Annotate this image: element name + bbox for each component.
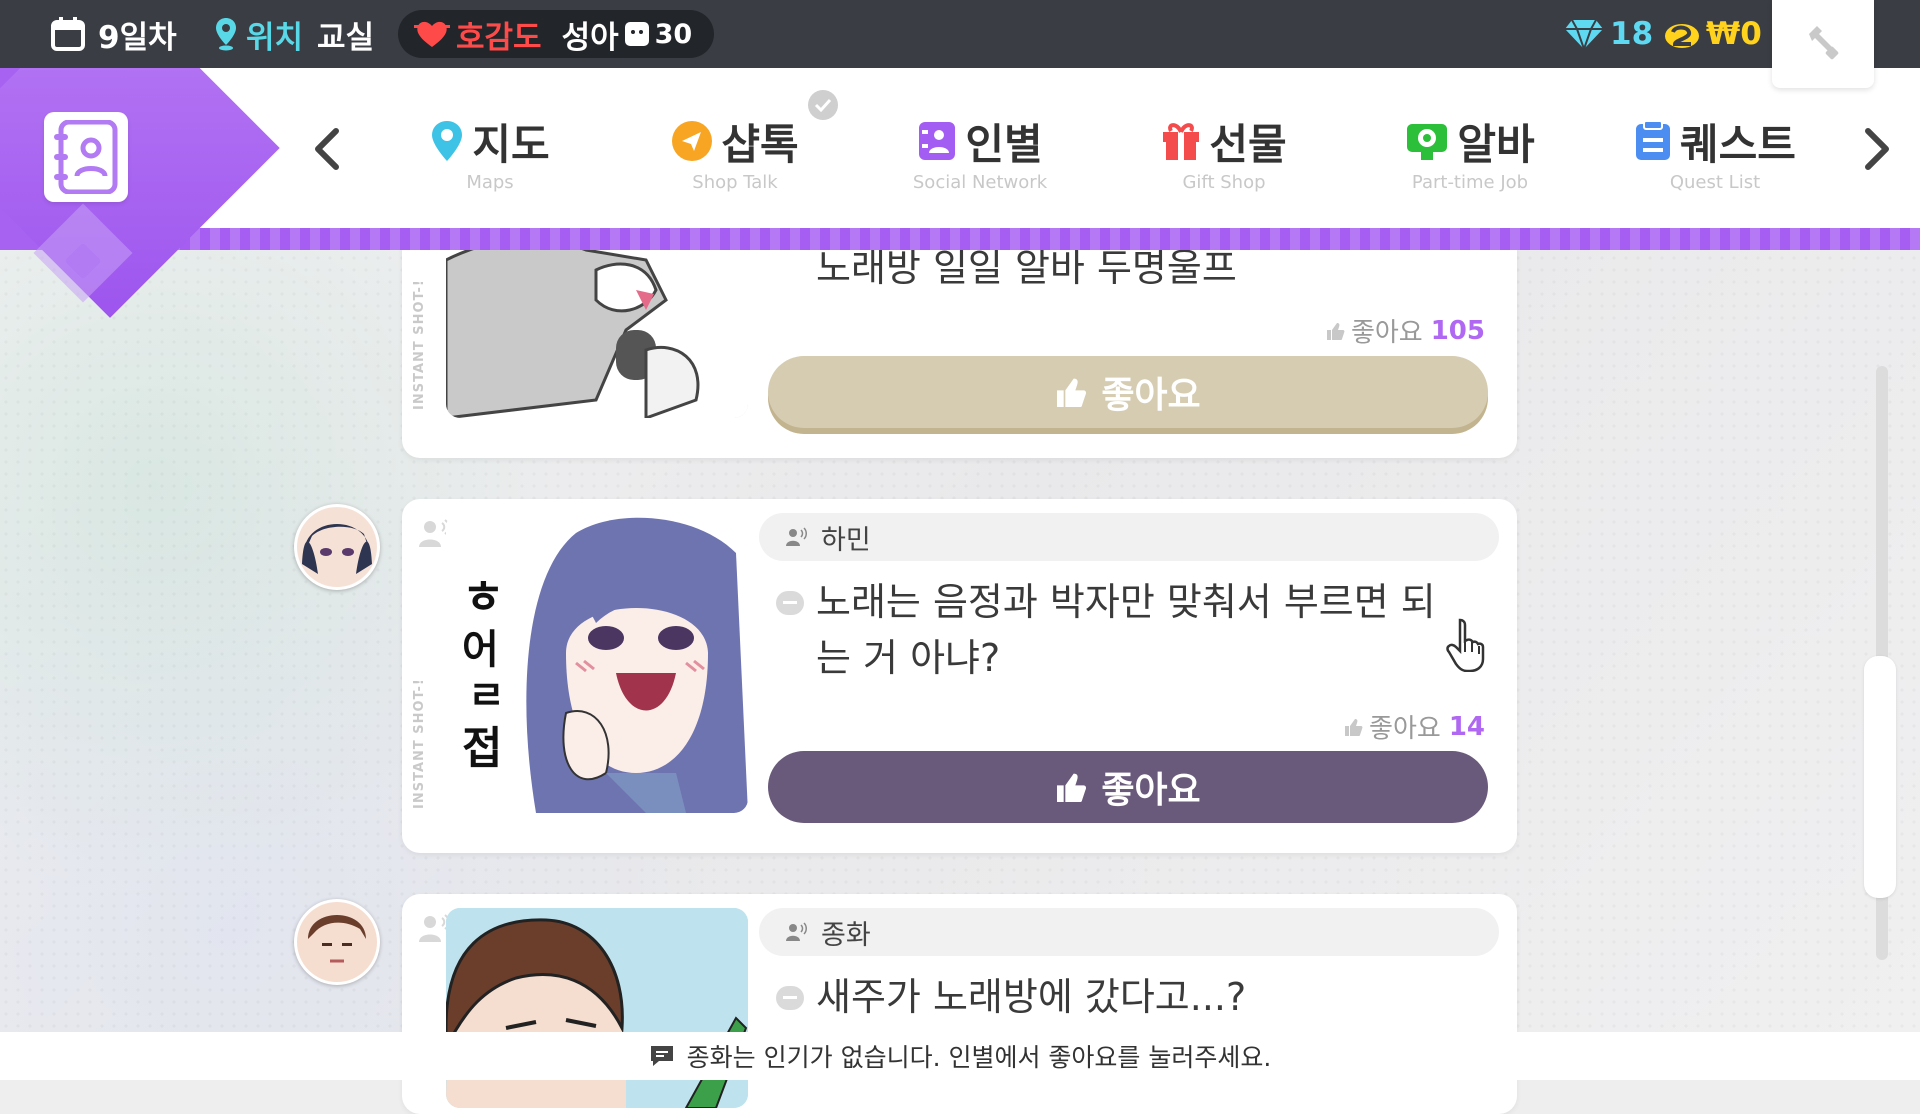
nav-sublabel: Shop Talk <box>692 172 778 193</box>
like-button[interactable]: 좋아요 <box>768 751 1488 823</box>
post-card: INSTANT SHOT-! ㅎ 어 ㄹ 접 하민 노래는 음정과 박자만 맞춰… <box>402 499 1517 853</box>
like-button[interactable]: 좋아요 <box>768 356 1488 428</box>
avatar-hamin-image <box>297 507 377 587</box>
nav-label: 인별 <box>965 119 1043 169</box>
gem-counter: 18 <box>1564 0 1653 68</box>
status-bar: 9일차 위치 교실 호감도 성아 30 18 ₩0 <box>0 0 1920 88</box>
avatar[interactable] <box>294 899 380 985</box>
nav-item-maps[interactable]: 지도 Maps <box>380 112 600 202</box>
nav-sublabel: Social Network <box>912 172 1048 193</box>
like-word: 좋아요 <box>1369 714 1441 744</box>
speaker-user-icon <box>786 527 807 546</box>
post-author: 하민 <box>759 513 1499 561</box>
like-number: 105 <box>1430 315 1485 346</box>
chat-icon <box>672 121 713 161</box>
nav-sublabel: Gift Shop <box>1182 172 1266 193</box>
diamond-icon <box>1565 19 1603 50</box>
instant-shot-label: INSTANT SHOT-! <box>412 678 427 810</box>
checkmark-icon <box>808 90 838 120</box>
nav-label: 알바 <box>1457 119 1535 169</box>
gift-icon <box>1163 123 1200 160</box>
thumbs-up-icon <box>1326 322 1345 340</box>
thumbs-up-icon <box>1057 378 1087 407</box>
nav-label: 샵톡 <box>721 119 799 169</box>
post-photo[interactable]: ㅎ 어 ㄹ 접 <box>446 513 748 813</box>
nav-item-quest-list[interactable]: 퀘스트 Quest List <box>1605 112 1825 202</box>
avatar[interactable] <box>294 504 380 590</box>
day-counter: 9일차 <box>50 0 177 68</box>
toast-text: 종화는 인기가 없습니다. 인별에서 좋아요를 눌러주세요. <box>686 1043 1272 1072</box>
nav-item-gift-shop[interactable]: 선물 Gift Shop <box>1114 112 1334 202</box>
affinity-value: 30 <box>654 18 693 50</box>
day-text: 9일차 <box>98 19 177 56</box>
like-word: 좋아요 <box>1350 318 1423 348</box>
post-text: 노래는 음정과 박자만 맞춰서 부르면 되는 거 아냐? <box>816 580 1436 680</box>
money-counter: ₩0 <box>1664 0 1762 68</box>
nav-label: 지도 <box>472 119 550 169</box>
message-bubble-icon <box>776 591 804 615</box>
message-icon <box>650 1046 673 1066</box>
heart-icon <box>414 21 450 47</box>
contacts-icon <box>919 122 956 160</box>
nav-prev-button[interactable] <box>306 124 346 174</box>
author-name: 하민 <box>821 524 871 556</box>
quest-icon <box>1636 120 1671 160</box>
scrollbar-thumb[interactable] <box>1864 656 1896 898</box>
location-value: 교실 <box>317 19 375 56</box>
nav-label: 선물 <box>1209 119 1287 169</box>
like-number: 14 <box>1448 711 1485 742</box>
thumbs-up-icon <box>1345 718 1363 736</box>
nav-next-button[interactable] <box>1858 124 1898 174</box>
wrench-icon <box>1809 26 1839 60</box>
coin-icon <box>1665 24 1699 48</box>
job-icon <box>1407 124 1448 160</box>
gem-value: 18 <box>1610 16 1654 52</box>
nav-sublabel: Part-time Job <box>1411 172 1529 193</box>
nav-item-part-time-job[interactable]: 알바 Part-time Job <box>1360 112 1580 202</box>
chevron-left-icon <box>315 128 339 170</box>
contacts-book-icon <box>54 120 118 194</box>
calendar-icon <box>51 17 85 51</box>
affinity-name: 성아 <box>561 19 619 56</box>
girl-laughing-image: ㅎ 어 ㄹ 접 <box>446 513 748 813</box>
avatar-jonghwa-image <box>297 902 377 982</box>
svg-text:ㄹ: ㄹ <box>468 673 505 719</box>
like-button-label: 좋아요 <box>1101 375 1201 416</box>
location-pin-icon <box>216 18 236 51</box>
location-label: 위치 <box>246 19 304 56</box>
nav-sublabel: Quest List <box>1669 172 1761 193</box>
like-count: 좋아요 105 <box>1325 312 1485 349</box>
nav-label: 퀘스트 <box>1680 119 1796 169</box>
nav-item-shop-talk[interactable]: 샵톡 Shop Talk <box>625 112 845 202</box>
money-value: ₩0 <box>1706 16 1762 52</box>
contacts-app-button[interactable] <box>44 112 128 202</box>
speaker-user-icon <box>786 922 807 941</box>
nav-item-social-network[interactable]: 인별 Social Network <box>870 112 1090 202</box>
author-name: 종화 <box>821 919 871 951</box>
map-pin-icon <box>432 121 463 161</box>
post-card: 종화 새주가 노래방에 갔다고...? <box>402 894 1517 1114</box>
notification-toast: 종화는 인기가 없습니다. 인별에서 좋아요를 눌러주세요. <box>0 1032 1920 1080</box>
message-bubble-icon <box>776 986 804 1010</box>
svg-text:접: 접 <box>462 723 502 774</box>
face-icon <box>624 22 649 46</box>
affinity-label: 호감도 <box>456 19 542 56</box>
settings-button[interactable] <box>1772 0 1874 88</box>
like-count: 좋아요 14 <box>1343 708 1485 745</box>
post-text: 새주가 노래방에 갔다고...? <box>816 975 1247 1019</box>
nav-corner-decoration <box>0 0 280 338</box>
svg-text:ㅎ: ㅎ <box>462 570 504 624</box>
hand-cursor-icon <box>1446 618 1485 672</box>
location-display: 위치 교실 <box>214 0 374 68</box>
thumbs-up-icon <box>1057 773 1087 802</box>
chevron-right-icon <box>1865 128 1889 170</box>
svg-text:어: 어 <box>462 627 499 673</box>
post-author: 종화 <box>759 908 1499 956</box>
like-button-label: 좋아요 <box>1101 770 1201 811</box>
affinity-badge: 호감도 성아 30 <box>398 10 715 58</box>
nav-stripe <box>0 228 1920 250</box>
instant-shot-label: INSTANT SHOT-! <box>412 279 427 411</box>
nav-sublabel: Maps <box>466 172 514 193</box>
